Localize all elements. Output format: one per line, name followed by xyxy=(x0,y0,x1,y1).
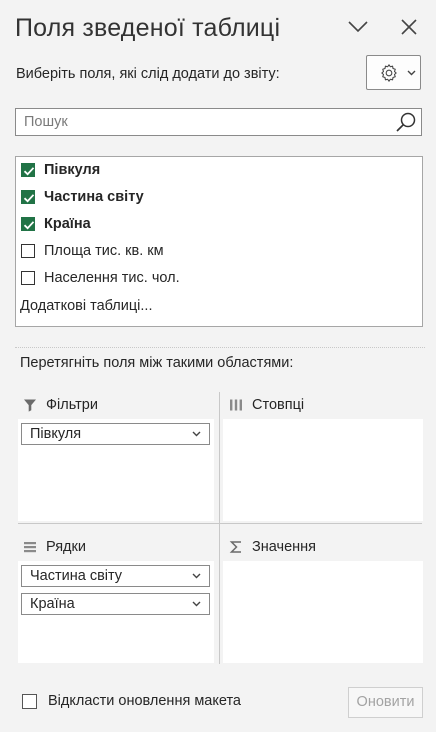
search-icon[interactable] xyxy=(395,111,417,133)
close-button[interactable] xyxy=(396,14,422,40)
filters-header: Фільтри xyxy=(23,395,98,415)
field-list: Півкуля Частина світу Країна Площа тис. … xyxy=(15,156,423,327)
areas-vertical-divider xyxy=(219,392,220,664)
chevron-down-icon xyxy=(407,70,416,76)
field-label: Населення тис. чол. xyxy=(44,270,180,286)
filters-label: Фільтри xyxy=(46,397,98,413)
field-label: Країна xyxy=(44,216,91,232)
page-title: Поля зведеної таблиці xyxy=(15,14,281,42)
field-item[interactable]: Частина світу xyxy=(21,186,144,208)
field-label: Площа тис. кв. км xyxy=(44,243,164,259)
sigma-icon xyxy=(229,541,241,553)
tools-button[interactable] xyxy=(366,55,421,90)
columns-header: Стовпці xyxy=(229,395,304,415)
defer-update-label: Відкласти оновлення макета xyxy=(48,693,241,709)
chevron-down-icon xyxy=(192,573,201,579)
columns-icon xyxy=(230,399,242,411)
values-header: Значення xyxy=(229,537,316,557)
field-checkbox[interactable] xyxy=(21,190,35,204)
field-checkbox[interactable] xyxy=(21,163,35,177)
columns-drop-area[interactable] xyxy=(223,419,423,521)
search-input[interactable] xyxy=(16,109,394,135)
field-checkbox[interactable] xyxy=(21,271,35,285)
areas-horizontal-divider xyxy=(18,523,422,524)
checkmark-icon xyxy=(23,167,35,176)
rows-label: Рядки xyxy=(46,539,86,555)
field-label: Частина світу xyxy=(44,189,144,205)
pill-label: Півкуля xyxy=(30,426,82,442)
field-label: Півкуля xyxy=(44,162,101,178)
filter-icon xyxy=(24,399,36,412)
collapse-button[interactable] xyxy=(345,14,371,40)
field-checkbox[interactable] xyxy=(21,217,35,231)
chevron-down-icon xyxy=(192,601,201,607)
pill-label: Країна xyxy=(30,596,75,612)
update-button[interactable]: Оновити xyxy=(348,687,423,718)
field-checkbox[interactable] xyxy=(21,244,35,258)
defer-update-toggle[interactable]: Відкласти оновлення макета xyxy=(22,693,241,709)
row-field-pill[interactable]: Країна xyxy=(21,593,210,615)
filter-field-pill[interactable]: Півкуля xyxy=(21,423,210,445)
field-item[interactable]: Населення тис. чол. xyxy=(21,267,180,289)
columns-label: Стовпці xyxy=(252,397,305,413)
pill-label: Частина світу xyxy=(30,568,123,584)
rows-icon xyxy=(24,542,36,553)
checkmark-icon xyxy=(23,221,35,230)
values-drop-area[interactable] xyxy=(223,561,423,663)
gear-icon xyxy=(381,64,397,82)
row-field-pill[interactable]: Частина світу xyxy=(21,565,210,587)
drag-hint: Перетягніть поля між такими областями: xyxy=(20,355,294,371)
choose-fields-label: Виберіть поля, які слід додати до звіту: xyxy=(16,66,280,82)
field-item[interactable]: Країна xyxy=(21,213,91,235)
more-tables-link[interactable]: Додаткові таблиці... xyxy=(20,298,152,314)
rows-drop-area[interactable]: Частина світу Країна xyxy=(18,561,214,663)
search-box xyxy=(15,108,422,136)
field-item[interactable]: Площа тис. кв. км xyxy=(21,240,164,262)
chevron-down-icon xyxy=(192,431,201,437)
checkmark-icon xyxy=(23,194,35,203)
field-item[interactable]: Півкуля xyxy=(21,159,100,181)
chevron-down-icon xyxy=(348,21,368,33)
values-label: Значення xyxy=(252,539,316,555)
rows-header: Рядки xyxy=(23,537,86,557)
section-divider xyxy=(15,347,425,348)
defer-update-checkbox[interactable] xyxy=(22,693,37,709)
close-icon xyxy=(401,19,417,35)
filters-drop-area[interactable]: Півкуля xyxy=(18,419,214,521)
